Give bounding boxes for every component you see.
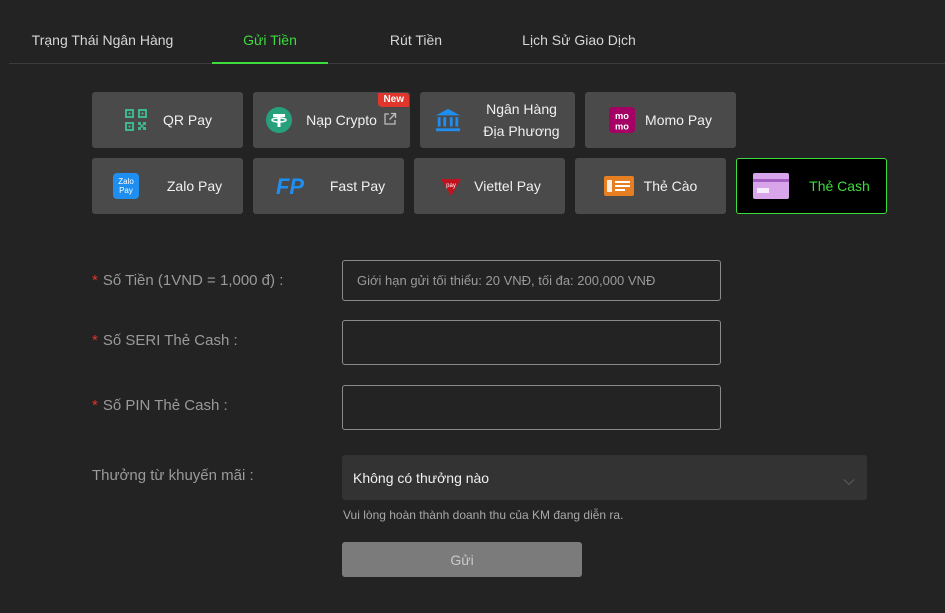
method-label: Thẻ Cash xyxy=(809,178,870,194)
momo-logo-bottom: mo xyxy=(615,121,629,131)
bank-label-line1: Ngân Hàng xyxy=(486,101,557,117)
tab-bank-status[interactable]: Trạng Thái Ngân Hàng xyxy=(9,0,196,63)
tab-history[interactable]: Lịch Sử Giao Dịch xyxy=(504,0,654,63)
method-cash-card[interactable]: Thẻ Cash xyxy=(736,158,887,214)
method-scratch-card[interactable]: Thẻ Cào xyxy=(575,158,726,214)
method-viettel[interactable]: pay Viettel Pay xyxy=(414,158,565,214)
amount-label: * Số Tiền (1VND = 1,000 đ) : xyxy=(92,272,283,289)
serial-label-text: Số SERI Thẻ Cash : xyxy=(102,332,238,349)
promo-hint: Vui lòng hoàn thành doanh thu của KM đan… xyxy=(343,508,624,522)
pin-input[interactable] xyxy=(342,385,721,430)
bank-label-line2: Địa Phương xyxy=(483,123,560,139)
method-fast-pay[interactable]: FP Fast Pay xyxy=(253,158,404,214)
method-local-bank[interactable]: Ngân Hàng Địa Phương xyxy=(420,92,575,148)
method-label: Ngân Hàng Địa Phương xyxy=(483,98,559,142)
method-label: Fast Pay xyxy=(329,178,386,194)
method-zalo[interactable]: Zalo Pay Zalo Pay xyxy=(92,158,243,214)
required-mark: * xyxy=(92,332,98,349)
amount-label-text: Số Tiền (1VND = 1,000 đ) : xyxy=(102,272,284,289)
method-qr-pay[interactable]: QR Pay xyxy=(92,92,243,148)
serial-label: * Số SERI Thẻ Cash : xyxy=(92,332,238,349)
pin-label-text: Số PIN Thẻ Cash : xyxy=(102,397,228,414)
method-label: Thẻ Cào xyxy=(643,178,698,194)
method-label: Viettel Pay xyxy=(474,178,541,194)
amount-input[interactable] xyxy=(342,260,721,301)
card-icon xyxy=(753,173,790,199)
bank-icon xyxy=(435,107,461,133)
external-link-icon xyxy=(383,112,397,129)
viettel-logo-text: pay xyxy=(446,183,456,189)
promo-select[interactable]: Không có thưởng nào xyxy=(342,455,867,500)
new-badge: New xyxy=(378,93,409,107)
required-mark: * xyxy=(92,272,98,289)
chevron-down-icon xyxy=(843,473,855,489)
fastpay-icon: FP xyxy=(272,173,308,199)
tab-bar: Trạng Thái Ngân Hàng Gửi Tiền Rút Tiền L… xyxy=(9,0,945,64)
tab-withdraw[interactable]: Rút Tiền xyxy=(358,0,474,63)
method-crypto[interactable]: New Nạp Crypto xyxy=(253,92,410,148)
tab-label: Gửi Tiền xyxy=(243,32,297,48)
submit-button[interactable]: Gửi xyxy=(342,542,582,577)
zalo-icon: Zalo Pay xyxy=(112,173,139,199)
method-momo[interactable]: mo mo Momo Pay xyxy=(585,92,736,148)
method-label: Zalo Pay xyxy=(166,178,223,194)
tether-icon xyxy=(266,107,293,133)
zalo-logo-bottom: Pay xyxy=(119,186,133,195)
tab-deposit[interactable]: Gửi Tiền xyxy=(212,0,328,64)
required-mark: * xyxy=(92,397,98,414)
viettel-icon: pay xyxy=(438,173,464,199)
serial-input[interactable] xyxy=(342,320,721,365)
method-label: Momo Pay xyxy=(645,112,712,128)
fastpay-logo-text: FP xyxy=(276,174,304,198)
zalo-logo-top: Zalo xyxy=(118,177,134,186)
tab-label: Lịch Sử Giao Dịch xyxy=(522,32,636,48)
qr-code-icon xyxy=(123,107,149,133)
promo-select-value: Không có thưởng nào xyxy=(353,469,490,486)
tab-label: Trạng Thái Ngân Hàng xyxy=(31,32,174,48)
method-label: Nạp Crypto xyxy=(306,112,377,128)
promo-label: Thưởng từ khuyến mãi : xyxy=(92,467,254,484)
pin-label: * Số PIN Thẻ Cash : xyxy=(92,397,228,414)
method-label: QR Pay xyxy=(162,112,212,128)
tab-label: Rút Tiền xyxy=(389,32,443,48)
momo-icon: mo mo xyxy=(609,107,636,133)
momo-logo-top: mo xyxy=(615,111,629,121)
scratch-card-icon xyxy=(603,173,634,199)
